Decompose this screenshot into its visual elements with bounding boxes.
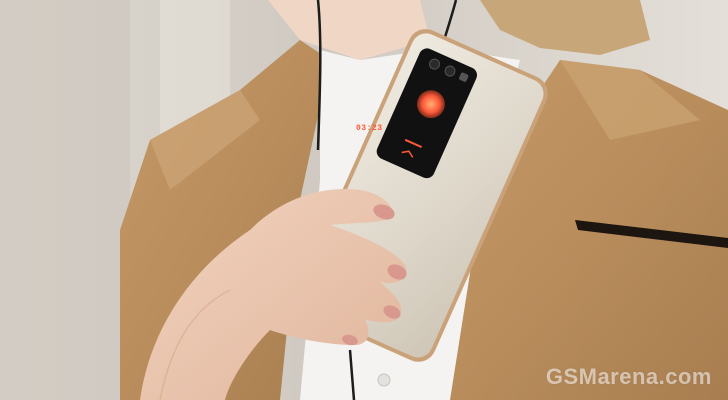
watermark: GSMarena.com [545,364,712,389]
background-left-wall [0,0,130,400]
cover-display-time: 03:23 [356,124,383,133]
photo-scene: 03:23 GSMarena.com [0,0,728,400]
shirt-button [377,373,391,387]
phone-photo [0,0,728,400]
